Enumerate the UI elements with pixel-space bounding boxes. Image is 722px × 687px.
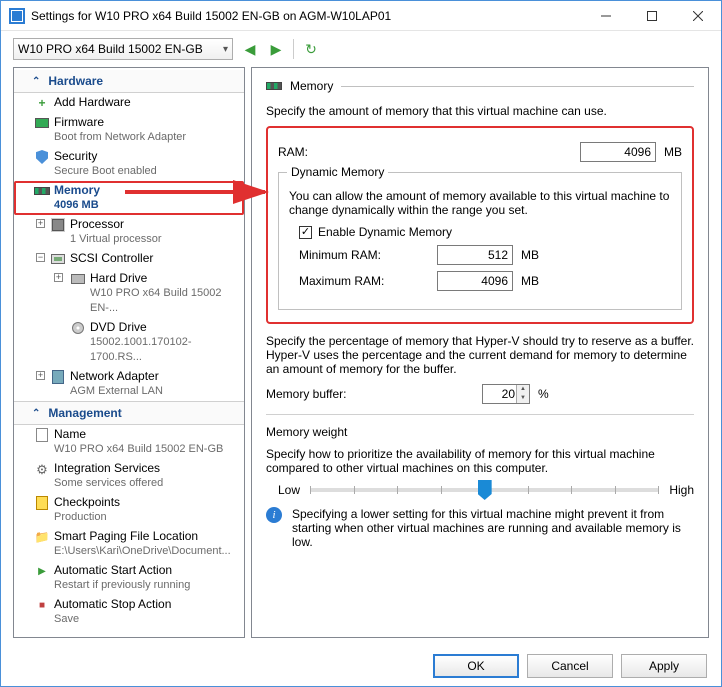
- tree-integration[interactable]: Integration ServicesSome services offere…: [14, 459, 244, 493]
- titlebar: Settings for W10 PRO x64 Build 15002 EN-…: [1, 1, 721, 31]
- ok-button[interactable]: OK: [433, 654, 519, 678]
- tree-auto-start[interactable]: Automatic Start ActionRestart if previou…: [14, 561, 244, 595]
- stop-icon: [34, 597, 50, 613]
- vm-selector-dropdown[interactable]: W10 PRO x64 Build 15002 EN-GB ▾: [13, 38, 233, 60]
- settings-window: Settings for W10 PRO x64 Build 15002 EN-…: [0, 0, 722, 687]
- weight-low-label: Low: [278, 483, 300, 497]
- collapse-icon[interactable]: −: [36, 253, 45, 262]
- expand-icon[interactable]: +: [54, 273, 63, 282]
- tree-name[interactable]: NameW10 PRO x64 Build 15002 EN-GB: [14, 425, 244, 459]
- apply-button[interactable]: Apply: [621, 654, 707, 678]
- tree-processor[interactable]: + Processor1 Virtual processor: [14, 215, 244, 249]
- min-ram-input[interactable]: [437, 245, 513, 265]
- app-icon: [9, 8, 25, 24]
- ram-label: RAM:: [278, 145, 388, 159]
- weight-desc: Specify how to prioritize the availabili…: [266, 447, 694, 475]
- intro-text: Specify the amount of memory that this v…: [266, 104, 694, 118]
- memory-icon: [34, 183, 50, 199]
- hard-drive-icon: [70, 271, 86, 287]
- max-ram-input[interactable]: [437, 271, 513, 291]
- tree-memory[interactable]: Memory4096 MB: [14, 181, 244, 215]
- maximize-button[interactable]: [629, 1, 675, 31]
- tree-checkpoints[interactable]: CheckpointsProduction: [14, 493, 244, 527]
- buffer-desc: Specify the percentage of memory that Hy…: [266, 334, 694, 376]
- add-icon: [34, 95, 50, 111]
- nav-back-button[interactable]: ◀: [241, 40, 259, 58]
- info-icon: i: [266, 507, 282, 523]
- processor-icon: [50, 217, 66, 233]
- tree-network[interactable]: + Network AdapterAGM External LAN: [14, 367, 244, 401]
- tree-hard-drive[interactable]: + Hard DriveW10 PRO x64 Build 15002 EN-.…: [14, 269, 244, 318]
- memory-icon: [266, 78, 282, 94]
- ram-unit: MB: [664, 145, 682, 159]
- buffer-label: Memory buffer:: [266, 387, 396, 401]
- firmware-icon: [34, 115, 50, 131]
- category-management[interactable]: ⌃Management: [14, 401, 244, 425]
- max-ram-label: Maximum RAM:: [299, 274, 429, 288]
- min-ram-unit: MB: [521, 248, 539, 262]
- enable-dynamic-memory-checkbox[interactable]: ✓ Enable Dynamic Memory: [299, 225, 452, 239]
- toolbar: W10 PRO x64 Build 15002 EN-GB ▾ ◀ ▶ ↻: [1, 31, 721, 67]
- dyn-desc: You can allow the amount of memory avail…: [289, 189, 671, 217]
- tree-add-hardware[interactable]: Add Hardware: [14, 93, 244, 113]
- tree-security[interactable]: SecuritySecure Boot enabled: [14, 147, 244, 181]
- shield-icon: [34, 149, 50, 165]
- min-ram-label: Minimum RAM:: [299, 248, 429, 262]
- close-button[interactable]: [675, 1, 721, 31]
- window-title: Settings for W10 PRO x64 Build 15002 EN-…: [31, 9, 583, 23]
- checkpoint-icon: [34, 495, 50, 511]
- vm-selector-text: W10 PRO x64 Build 15002 EN-GB: [18, 42, 223, 56]
- chevron-down-icon: ▾: [223, 44, 228, 55]
- dialog-footer: OK Cancel Apply: [1, 646, 721, 686]
- weight-legend: Memory weight: [266, 425, 694, 439]
- tree-smart-paging[interactable]: Smart Paging File LocationE:\Users\Kari\…: [14, 527, 244, 561]
- scsi-icon: [50, 251, 66, 267]
- weight-high-label: High: [669, 483, 694, 497]
- weight-info-text: Specifying a lower setting for this virt…: [292, 507, 694, 549]
- play-icon: [34, 563, 50, 579]
- cancel-button[interactable]: Cancel: [527, 654, 613, 678]
- buffer-unit: %: [538, 387, 549, 401]
- folder-icon: [34, 529, 50, 545]
- ram-input[interactable]: [580, 142, 656, 162]
- refresh-button[interactable]: ↻: [302, 40, 320, 58]
- panel-heading: Memory: [266, 78, 694, 94]
- gear-icon: [34, 461, 50, 477]
- expand-icon[interactable]: +: [36, 371, 45, 380]
- nav-forward-button[interactable]: ▶: [267, 40, 285, 58]
- memory-weight-group: Memory weight Specify how to prioritize …: [266, 425, 694, 549]
- buffer-input[interactable]: [482, 384, 530, 404]
- tree-scsi[interactable]: − SCSI Controller: [14, 249, 244, 269]
- max-ram-unit: MB: [521, 274, 539, 288]
- category-hardware[interactable]: ⌃Hardware: [14, 70, 244, 93]
- detail-panel: Memory Specify the amount of memory that…: [251, 67, 709, 638]
- weight-slider[interactable]: [310, 488, 659, 492]
- tree-auto-stop[interactable]: Automatic Stop ActionSave: [14, 595, 244, 629]
- settings-tree: ⌃Hardware Add Hardware FirmwareBoot from…: [13, 67, 245, 638]
- tree-firmware[interactable]: FirmwareBoot from Network Adapter: [14, 113, 244, 147]
- highlighted-region: RAM: MB Dynamic Memory You can allow the…: [266, 126, 694, 324]
- network-icon: [50, 369, 66, 385]
- slider-thumb[interactable]: [478, 480, 492, 500]
- name-icon: [34, 427, 50, 443]
- minimize-button[interactable]: [583, 1, 629, 31]
- dynamic-memory-group: Dynamic Memory You can allow the amount …: [278, 172, 682, 310]
- expand-icon[interactable]: +: [36, 219, 45, 228]
- dvd-icon: [70, 320, 86, 336]
- dynamic-memory-legend: Dynamic Memory: [287, 165, 388, 179]
- tree-dvd-drive[interactable]: DVD Drive15002.1001.170102-1700.RS...: [14, 318, 244, 367]
